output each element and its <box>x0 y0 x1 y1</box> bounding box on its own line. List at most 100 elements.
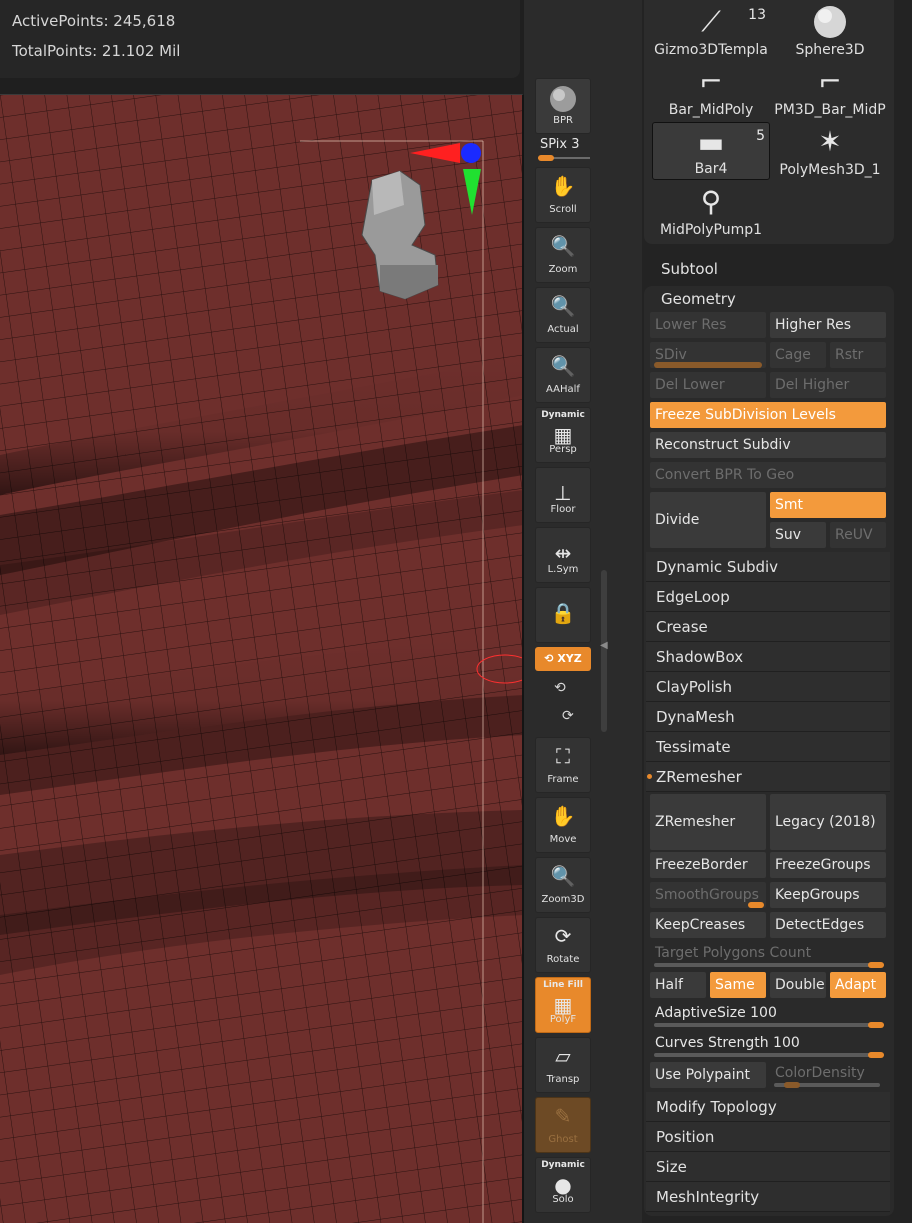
rotate-button[interactable]: ⟳ Rotate <box>535 917 591 973</box>
shelf-scrollbar[interactable] <box>601 570 607 732</box>
adaptive-size-track[interactable] <box>654 1023 884 1027</box>
rotate-z-icon[interactable]: ⟳ <box>562 708 574 724</box>
tool-gizmo3d[interactable]: ⟋ 13 Gizmo3DTempla <box>652 2 770 60</box>
menu-modify-topology[interactable]: Modify Topology <box>646 1092 890 1122</box>
rotate-icon: ⟳ <box>554 924 572 948</box>
keep-creases-toggle[interactable]: KeepCreases <box>650 912 766 938</box>
tool-count: 13 <box>748 7 766 23</box>
menu-edgeloop[interactable]: EdgeLoop <box>646 582 890 612</box>
move-button[interactable]: ✋ Move <box>535 797 591 853</box>
zoom3d-button[interactable]: 🔍 Zoom3D <box>535 857 591 913</box>
menu-crease[interactable]: Crease <box>646 612 890 642</box>
frame-icon: ⛶ <box>556 744 570 768</box>
subtool-menu[interactable]: Subtool <box>661 260 718 278</box>
tool-name: Bar_MidPoly <box>668 102 754 118</box>
color-density-knob[interactable] <box>784 1082 800 1088</box>
geometry-title[interactable]: Geometry <box>661 290 736 308</box>
adapt-toggle[interactable]: Adapt <box>830 972 886 998</box>
geometry-panel: Geometry Lower Res Higher Res SDiv Cage … <box>644 286 894 1216</box>
legacy-button[interactable]: Legacy (2018) <box>770 794 886 850</box>
menu-zremesher[interactable]: ZRemesher <box>646 762 890 792</box>
pump-icon: ⚲ <box>700 185 722 218</box>
floor-button[interactable]: ⊥ Floor <box>535 467 591 523</box>
magnifier-icon: 🔍 <box>550 294 576 318</box>
menu-claypolish[interactable]: ClayPolish <box>646 672 890 702</box>
freeze-groups-toggle[interactable]: FreezeGroups <box>770 852 886 878</box>
scroll-button[interactable]: ✋ Scroll <box>535 167 591 223</box>
zoom-button[interactable]: 🔍 Zoom <box>535 227 591 283</box>
tool-bar4[interactable]: ▬ 5 Bar4 <box>652 122 770 180</box>
polyf-button[interactable]: Line Fill ▦ PolyF <box>535 977 591 1033</box>
rotate-y-icon[interactable]: ⟲ <box>554 680 566 696</box>
persp-button[interactable]: Dynamic ▦ Persp <box>535 407 591 463</box>
smooth-groups-knob[interactable] <box>748 902 764 908</box>
curves-strength-knob[interactable] <box>868 1052 884 1058</box>
target-polygons-knob[interactable] <box>868 962 884 968</box>
target-polygons-track[interactable] <box>654 963 884 967</box>
adaptive-size-knob[interactable] <box>868 1022 884 1028</box>
curves-strength-track[interactable] <box>654 1053 884 1057</box>
actual-button[interactable]: 🔍 Actual <box>535 287 591 343</box>
info-panel: ActivePoints: 245,618 TotalPoints: 21.10… <box>0 0 520 78</box>
higher-res-button[interactable]: Higher Res <box>770 312 886 338</box>
bpr-label: BPR <box>553 115 573 126</box>
half-button[interactable]: Half <box>650 972 706 998</box>
freeze-subdiv-button[interactable]: Freeze SubDivision Levels <box>650 402 886 428</box>
lsym-label: L.Sym <box>547 564 579 575</box>
smt-toggle[interactable]: Smt <box>770 492 886 518</box>
menu-size[interactable]: Size <box>646 1152 890 1182</box>
freeze-border-toggle[interactable]: FreezeBorder <box>650 852 766 878</box>
tool-polymesh3d[interactable]: ✶ PolyMesh3D_1 <box>771 122 889 180</box>
rotate-label: Rotate <box>546 954 580 965</box>
same-button[interactable]: Same <box>710 972 766 998</box>
spix-slider-knob[interactable] <box>538 155 554 161</box>
keep-groups-toggle[interactable]: KeepGroups <box>770 882 886 908</box>
frame-button[interactable]: ⛶ Frame <box>535 737 591 793</box>
ghost-icon: ✎ <box>554 1104 572 1128</box>
local-transform-button[interactable]: 🔒 <box>535 587 591 643</box>
reuv-button[interactable]: ReUV <box>830 522 886 548</box>
del-higher-button[interactable]: Del Higher <box>770 372 886 398</box>
menu-dynamic-subdiv[interactable]: Dynamic Subdiv <box>646 552 890 582</box>
star-icon: ✶ <box>818 125 842 158</box>
divide-button[interactable]: Divide <box>650 492 766 548</box>
double-button[interactable]: Double <box>770 972 826 998</box>
use-polypaint-toggle[interactable]: Use Polypaint <box>650 1062 766 1088</box>
magnifier-icon: 🔍 <box>550 864 576 888</box>
tool-bar-midpoly[interactable]: ⌐ Bar_MidPoly <box>652 62 770 120</box>
del-lower-button[interactable]: Del Lower <box>650 372 766 398</box>
bpr-button[interactable]: BPR <box>535 78 591 134</box>
rotate-xyz-icon: ⟲ <box>544 652 554 665</box>
zremesher-button[interactable]: ZRemesher <box>650 794 766 850</box>
ghost-button[interactable]: ✎ Ghost <box>535 1097 591 1153</box>
xyz-rotate-button[interactable]: ⟲ XYZ <box>535 647 591 671</box>
sdiv-slider-knob[interactable] <box>654 362 762 368</box>
menu-position[interactable]: Position <box>646 1122 890 1152</box>
collapse-arrow-icon[interactable]: ◀ <box>600 640 608 651</box>
convert-bpr-button[interactable]: Convert BPR To Geo <box>650 462 886 488</box>
tool-midpolypump[interactable]: ⚲ MidPolyPump1 <box>652 182 770 240</box>
tool-sphere3d[interactable]: Sphere3D <box>771 2 889 60</box>
solo-button[interactable]: Dynamic ● Solo <box>535 1157 591 1213</box>
aahalf-button[interactable]: 🔍 AAHalf <box>535 347 591 403</box>
tool-pm3d-bar[interactable]: ⌐ PM3D_Bar_MidP <box>771 62 889 120</box>
linefill-label: Line Fill <box>543 980 583 990</box>
lower-res-button[interactable]: Lower Res <box>650 312 766 338</box>
menu-shadowbox[interactable]: ShadowBox <box>646 642 890 672</box>
rstr-button[interactable]: Rstr <box>830 342 886 368</box>
menu-tessimate[interactable]: Tessimate <box>646 732 890 762</box>
solo-dynamic-label: Dynamic <box>541 1160 585 1170</box>
transp-button[interactable]: ▱ Transp <box>535 1037 591 1093</box>
menu-dynamesh[interactable]: DynaMesh <box>646 702 890 732</box>
reconstruct-subdiv-button[interactable]: Reconstruct Subdiv <box>650 432 886 458</box>
zremesher-active-dot <box>647 774 652 779</box>
menu-meshintegrity[interactable]: MeshIntegrity <box>646 1182 890 1212</box>
suv-toggle[interactable]: Suv <box>770 522 826 548</box>
bar-icon: ⌐ <box>818 65 842 98</box>
viewport-canvas[interactable] <box>0 94 524 1223</box>
cage-button[interactable]: Cage <box>770 342 826 368</box>
detect-edges-toggle[interactable]: DetectEdges <box>770 912 886 938</box>
floor-icon: ⊥ <box>554 481 572 505</box>
persp-dynamic-label: Dynamic <box>541 410 585 420</box>
lsym-button[interactable]: ⇹ L.Sym <box>535 527 591 583</box>
